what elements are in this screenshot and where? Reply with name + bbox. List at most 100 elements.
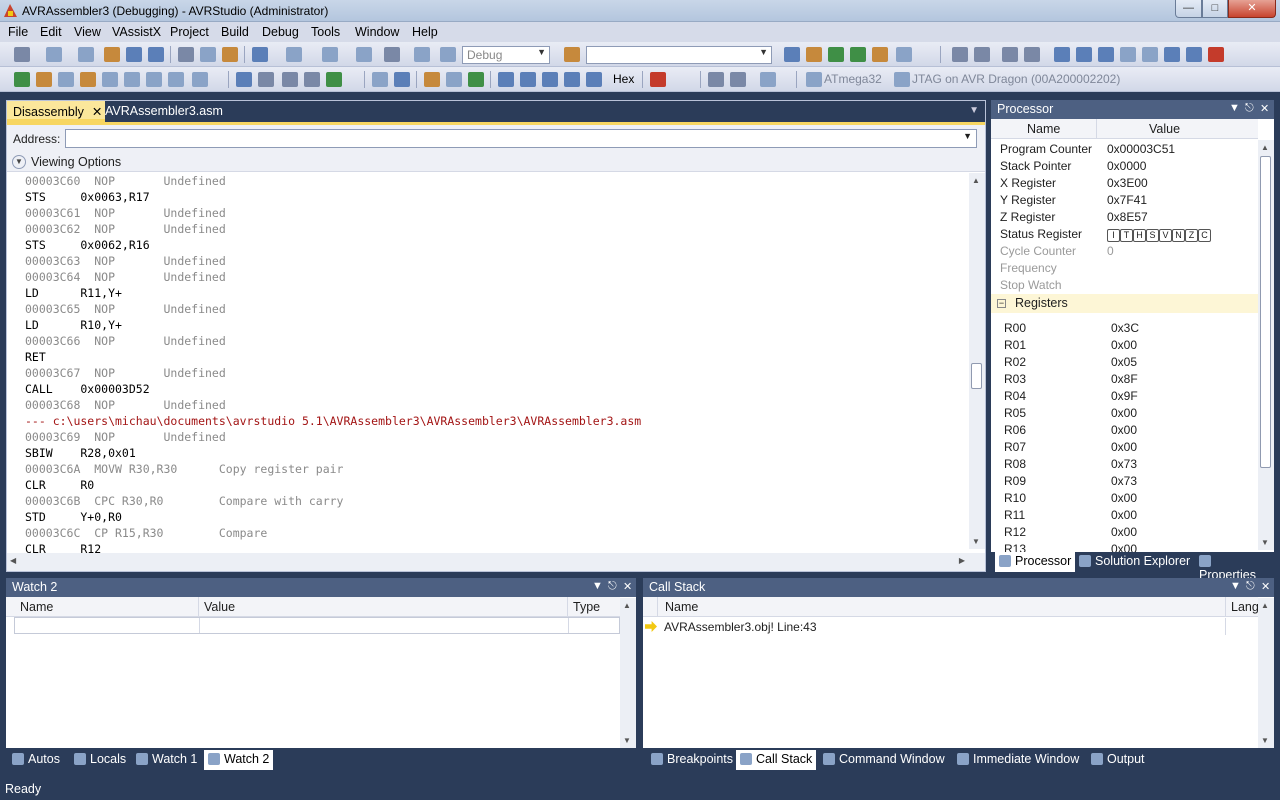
step-icon[interactable]	[440, 47, 456, 62]
braces-icon[interactable]	[146, 72, 162, 87]
address-input[interactable]: ▼	[65, 129, 977, 148]
pin-icon[interactable]: ⎋	[608, 580, 617, 593]
disassembly-line[interactable]: 00003C67 NOP Undefined	[25, 365, 969, 381]
source-instruction-line[interactable]: CLR R12	[25, 541, 969, 553]
device-name[interactable]: ATmega32	[824, 72, 882, 86]
register-value[interactable]: 0x9F	[1111, 389, 1138, 403]
menu-tools[interactable]: Tools	[311, 25, 340, 39]
register-value[interactable]: 0x00	[1111, 491, 1137, 505]
memory-1-icon[interactable]	[708, 72, 724, 87]
uncomment-icon[interactable]	[1024, 47, 1040, 62]
save-icon[interactable]	[126, 47, 142, 62]
tab-disassembly[interactable]: Disassembly ✕	[7, 101, 105, 122]
source-instruction-line[interactable]: LD R10,Y+	[25, 317, 969, 333]
menu-build[interactable]: Build	[221, 25, 249, 39]
indent-icon[interactable]	[952, 47, 968, 62]
processor-scrollbar[interactable]: ▲ ▼	[1258, 140, 1274, 550]
close-window-button[interactable]: ✕	[1228, 0, 1276, 18]
disassembly-line[interactable]: 00003C6A MOVW R30,R30 Copy register pair	[25, 461, 969, 477]
copy-icon[interactable]	[200, 47, 216, 62]
cut-icon[interactable]	[178, 47, 194, 62]
disassembly-line[interactable]: 00003C63 NOP Undefined	[25, 253, 969, 269]
disassembly-line[interactable]: 00003C61 NOP Undefined	[25, 205, 969, 221]
stop-debug-icon[interactable]	[394, 72, 410, 87]
register-row[interactable]: R10 0x00	[991, 489, 1258, 506]
register-value[interactable]: 0x00	[1111, 338, 1137, 352]
source-instruction-line[interactable]: STD Y+0,R0	[25, 509, 969, 525]
maximize-button[interactable]: □	[1202, 0, 1228, 18]
register-row[interactable]: R08 0x73	[991, 455, 1258, 472]
next-bookmark-folder-icon[interactable]	[1142, 47, 1158, 62]
disassembly-line[interactable]: 00003C69 NOP Undefined	[25, 429, 969, 445]
register-row[interactable]: R12 0x00	[991, 523, 1258, 540]
refresh-icon[interactable]	[102, 72, 118, 87]
chevron-down-icon[interactable]: ▼	[592, 580, 603, 592]
registers-icon[interactable]	[282, 72, 298, 87]
register-row[interactable]: R04 0x9F	[991, 387, 1258, 404]
menu-view[interactable]: View	[74, 25, 101, 39]
reset-icon[interactable]	[586, 72, 602, 87]
show-next-statement-icon[interactable]	[424, 72, 440, 87]
col-name-header[interactable]: Name	[665, 600, 698, 614]
source-instruction-line[interactable]: RET	[25, 349, 969, 365]
disassembly-line[interactable]: 00003C62 NOP Undefined	[25, 221, 969, 237]
close-icon[interactable]: ✕	[1260, 102, 1269, 115]
options-icon[interactable]	[192, 72, 208, 87]
checklist-icon[interactable]	[14, 72, 30, 87]
expand-icon[interactable]: ▼	[12, 155, 26, 169]
disassembly-icon[interactable]	[304, 72, 320, 87]
hex-toggle-button[interactable]: Hex	[613, 72, 634, 86]
bookmark-icon[interactable]	[1054, 47, 1070, 62]
col-name-header[interactable]: Name	[20, 600, 53, 614]
tab-breakpoints[interactable]: Breakpoints	[647, 750, 737, 770]
register-value[interactable]: 0x05	[1111, 355, 1137, 369]
prev-bookmark-doc-icon[interactable]	[1164, 47, 1180, 62]
tab-command-window[interactable]: Command Window	[819, 750, 949, 770]
prev-bookmark-icon[interactable]	[1076, 47, 1092, 62]
register-row[interactable]: R11 0x00	[991, 506, 1258, 523]
register-row[interactable]: R01 0x00	[991, 336, 1258, 353]
open-icon[interactable]	[36, 72, 52, 87]
debug-tool-name[interactable]: JTAG on AVR Dragon (00A200002202)	[912, 72, 1120, 86]
redo-icon[interactable]	[286, 47, 302, 62]
run-to-cursor-icon[interactable]	[564, 72, 580, 87]
pause-all-icon[interactable]	[372, 72, 388, 87]
chevron-down-icon[interactable]: ▼	[969, 105, 979, 116]
breakpoint-icon[interactable]	[650, 72, 666, 87]
source-instruction-line[interactable]: CALL 0x00003D52	[25, 381, 969, 397]
tab-watch2[interactable]: Watch 2	[204, 750, 274, 770]
memory-2-icon[interactable]	[730, 72, 746, 87]
properties-icon[interactable]	[828, 47, 844, 62]
source-instruction-line[interactable]: LD R11,Y+	[25, 285, 969, 301]
register-value[interactable]: 0x00	[1111, 406, 1137, 420]
register-value[interactable]: 0x00	[1111, 440, 1137, 454]
close-icon[interactable]: ✕	[1261, 580, 1270, 593]
menu-project[interactable]: Project	[170, 25, 209, 39]
solution-explorer-icon[interactable]	[806, 47, 822, 62]
start-debug-icon[interactable]	[414, 47, 430, 62]
step-into-icon[interactable]	[498, 72, 514, 87]
find-combo[interactable]: ▼	[586, 46, 772, 64]
continue-icon[interactable]	[468, 72, 484, 87]
register-value[interactable]: 0x00	[1111, 525, 1137, 539]
menu-edit[interactable]: Edit	[40, 25, 62, 39]
outdent-icon[interactable]	[974, 47, 990, 62]
prev-bookmark-folder-icon[interactable]	[1120, 47, 1136, 62]
menu-vassistx[interactable]: VAssistX	[112, 25, 161, 39]
tab-locals[interactable]: Locals	[70, 750, 130, 770]
window-layout-icon[interactable]	[896, 47, 912, 62]
register-value[interactable]: 0x00	[1111, 508, 1137, 522]
tab-properties[interactable]: Properties	[1195, 552, 1274, 582]
scroll-thumb[interactable]	[1260, 156, 1271, 468]
source-instruction-line[interactable]: SBIW R28,0x01	[25, 445, 969, 461]
build-icon[interactable]	[384, 47, 400, 62]
close-icon[interactable]: ✕	[623, 580, 632, 593]
register-row[interactable]: R02 0x05	[991, 353, 1258, 370]
register-value[interactable]: 0x00	[1111, 423, 1137, 437]
register-value[interactable]: 0x8F	[1111, 372, 1138, 386]
scroll-thumb[interactable]	[971, 363, 982, 389]
menu-debug[interactable]: Debug	[262, 25, 299, 39]
disassembly-line[interactable]: 00003C60 NOP Undefined	[25, 173, 969, 189]
source-instruction-line[interactable]: CLR R0	[25, 477, 969, 493]
register-row[interactable]: R13 0x00	[991, 540, 1258, 552]
